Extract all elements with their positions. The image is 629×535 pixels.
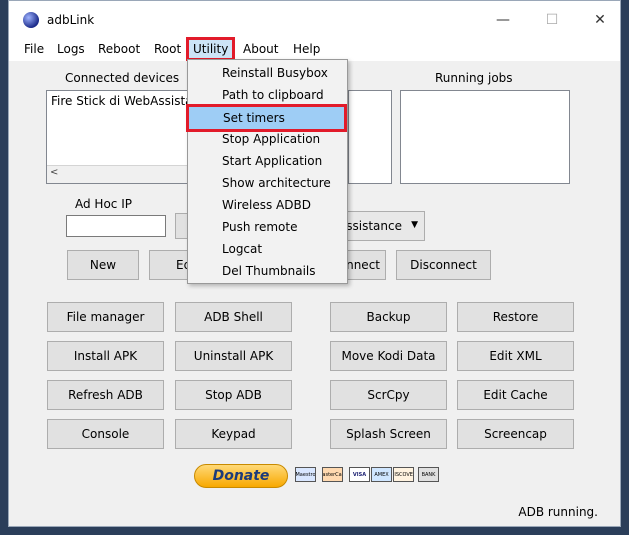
menu-item-logcat[interactable]: Logcat xyxy=(222,242,262,256)
running-jobs-list[interactable] xyxy=(400,90,570,184)
amex-card-icon: AMEX xyxy=(371,467,392,482)
menu-item-push-remote[interactable]: Push remote xyxy=(222,220,297,234)
running-jobs-label: Running jobs xyxy=(435,71,513,85)
menu-utility[interactable]: Utility xyxy=(186,37,236,61)
menu-bar: File Logs Reboot Root Utility About Help xyxy=(9,37,620,61)
menu-about[interactable]: About xyxy=(242,42,279,56)
device-select[interactable]: WebAssistance ▼ xyxy=(339,211,425,241)
stop-adb-button[interactable]: Stop ADB xyxy=(175,380,292,410)
minimize-button[interactable]: — xyxy=(492,9,514,31)
menu-item-stop-application[interactable]: Stop Application xyxy=(222,132,320,146)
refresh-adb-button[interactable]: Refresh ADB xyxy=(47,380,164,410)
menu-item-path-to-clipboard[interactable]: Path to clipboard xyxy=(222,88,324,102)
utility-dropdown-menu: Reinstall Busybox Path to clipboard Set … xyxy=(186,59,348,284)
middle-panel xyxy=(348,90,392,184)
bank-card-icon: BANK xyxy=(418,467,439,482)
scroll-left-icon[interactable]: < xyxy=(50,167,58,178)
mastercard-icon: MasterCard xyxy=(322,467,343,482)
status-text: ADB running. xyxy=(518,505,598,519)
donate-button[interactable]: Donate xyxy=(194,464,288,488)
menu-reboot[interactable]: Reboot xyxy=(97,42,141,56)
menu-file[interactable]: File xyxy=(23,42,45,56)
menu-help[interactable]: Help xyxy=(292,42,321,56)
console-button[interactable]: Console xyxy=(47,419,164,449)
status-bar: ADB running. xyxy=(9,500,620,526)
menu-logs[interactable]: Logs xyxy=(56,42,86,56)
maximize-button[interactable]: ☐ xyxy=(541,9,563,31)
visa-card-icon: VISA xyxy=(349,467,370,482)
file-manager-button[interactable]: File manager xyxy=(47,302,164,332)
menu-item-del-thumbnails[interactable]: Del Thumbnails xyxy=(222,264,316,278)
connected-devices-label: Connected devices xyxy=(65,71,180,85)
connected-devices-list[interactable]: Fire Stick di WebAssistance < xyxy=(46,90,214,184)
splash-screen-button[interactable]: Splash Screen xyxy=(330,419,447,449)
menu-item-start-application[interactable]: Start Application xyxy=(222,154,322,168)
backup-button[interactable]: Backup xyxy=(330,302,447,332)
screencap-button[interactable]: Screencap xyxy=(457,419,574,449)
discover-card-icon: DISCOVER xyxy=(393,467,414,482)
menu-item-wireless-adbd[interactable]: Wireless ADBD xyxy=(222,198,311,212)
device-select-value: WebAssistance xyxy=(339,219,402,233)
menu-item-show-architecture[interactable]: Show architecture xyxy=(222,176,331,190)
menu-item-reinstall-busybox[interactable]: Reinstall Busybox xyxy=(222,66,328,80)
maestro-card-icon: Maestro xyxy=(295,467,316,482)
adb-shell-button[interactable]: ADB Shell xyxy=(175,302,292,332)
window-title: adbLink xyxy=(47,13,95,27)
title-bar: adbLink — ☐ ✕ xyxy=(9,1,620,39)
scrcpy-button[interactable]: ScrCpy xyxy=(330,380,447,410)
adhoc-ip-label: Ad Hoc IP xyxy=(75,197,132,211)
menu-item-set-timers[interactable]: Set timers xyxy=(186,104,347,132)
install-apk-button[interactable]: Install APK xyxy=(47,341,164,371)
adblink-app-icon xyxy=(23,12,39,28)
edit-xml-button[interactable]: Edit XML xyxy=(457,341,574,371)
chevron-down-icon: ▼ xyxy=(411,220,418,230)
move-kodi-data-button[interactable]: Move Kodi Data xyxy=(330,341,447,371)
keypad-button[interactable]: Keypad xyxy=(175,419,292,449)
horizontal-scrollbar[interactable]: < xyxy=(47,165,195,183)
uninstall-apk-button[interactable]: Uninstall APK xyxy=(175,341,292,371)
close-button[interactable]: ✕ xyxy=(589,9,611,31)
disconnect-button[interactable]: Disconnect xyxy=(396,250,491,280)
restore-button[interactable]: Restore xyxy=(457,302,574,332)
edit-cache-button[interactable]: Edit Cache xyxy=(457,380,574,410)
new-button[interactable]: New xyxy=(67,250,139,280)
menu-root[interactable]: Root xyxy=(153,42,182,56)
adhoc-ip-field[interactable] xyxy=(66,215,166,237)
